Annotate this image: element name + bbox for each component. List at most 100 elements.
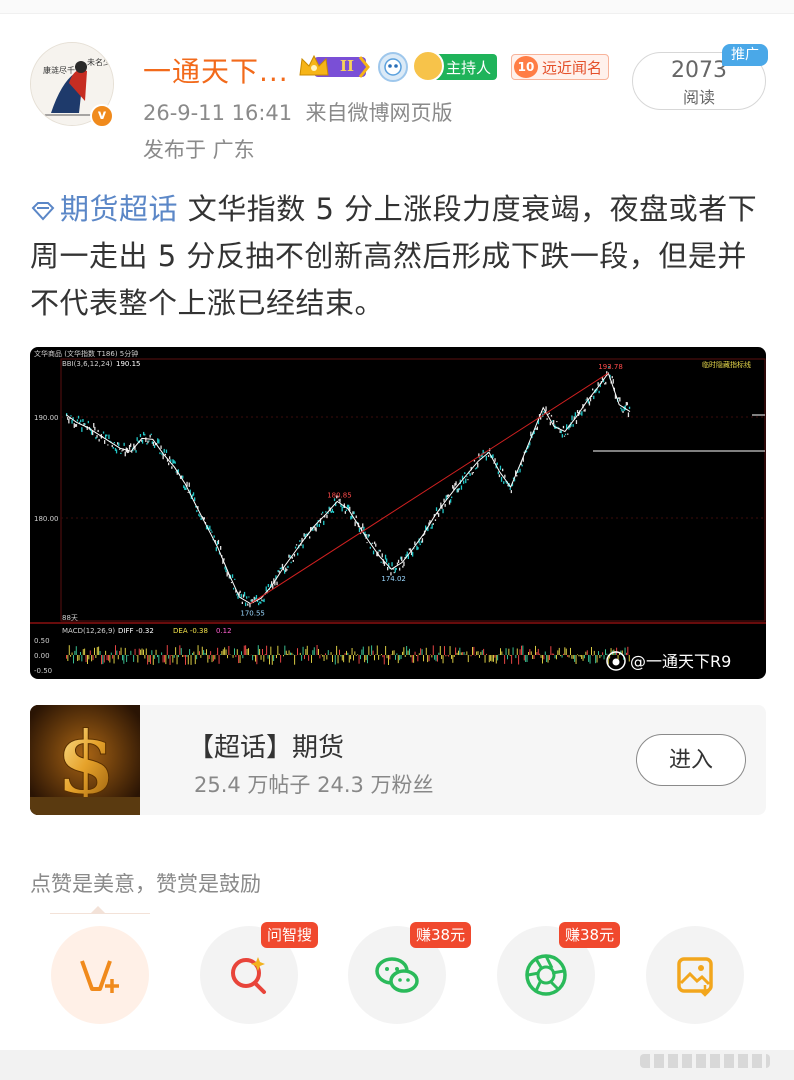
macd-bar — [438, 652, 440, 655]
macd-bar — [91, 655, 93, 662]
macd-bar — [145, 648, 147, 655]
macd-bar — [546, 655, 548, 662]
macd-bar — [511, 655, 513, 664]
macd-bar — [463, 652, 465, 655]
macd-bar — [162, 655, 164, 663]
macd-bar — [449, 646, 451, 655]
macd-bar — [532, 655, 534, 659]
vip-level-badge[interactable]: II — [296, 53, 372, 81]
macd-bar — [150, 655, 151, 664]
macd-bar — [75, 646, 77, 655]
macd-bar — [403, 647, 405, 655]
macd-bar — [399, 655, 401, 661]
candle — [494, 458, 496, 462]
fame-badge[interactable]: 10 远近闻名 — [511, 54, 610, 80]
candle — [620, 407, 622, 409]
candle — [387, 567, 389, 571]
macd-bar — [94, 647, 95, 655]
macd-bar — [459, 647, 461, 655]
robot-badge-icon[interactable] — [378, 52, 408, 82]
reward-pointer — [90, 906, 106, 914]
candle — [467, 479, 469, 481]
macd-bar — [598, 651, 599, 655]
macd-bar — [143, 649, 144, 655]
macd-bar — [337, 655, 339, 664]
candle — [354, 521, 356, 527]
topic-link[interactable]: 期货超话 — [30, 192, 178, 226]
macd-bar — [122, 655, 123, 661]
macd-bar — [113, 655, 115, 664]
host-badge[interactable]: 主持人 — [412, 50, 498, 82]
macd-bar — [192, 653, 193, 655]
macd-bar — [208, 655, 210, 659]
macd-bar — [473, 646, 475, 655]
candle — [236, 593, 238, 596]
candle — [358, 528, 361, 532]
macd-bar — [439, 646, 441, 655]
macd-bar — [341, 655, 343, 661]
candle — [403, 561, 405, 567]
macd-bar — [418, 653, 420, 655]
macd-bar — [383, 655, 385, 665]
candle — [567, 433, 569, 435]
candle — [82, 419, 84, 422]
macd-bar — [316, 645, 318, 655]
macd-bar — [390, 654, 392, 655]
candle — [619, 397, 621, 402]
y-tick-180: 180.00 — [34, 515, 59, 523]
candle — [293, 553, 296, 557]
trend-line — [250, 372, 609, 605]
reward-button[interactable] — [51, 926, 149, 1024]
macd-bar — [378, 655, 380, 660]
macd-bar — [521, 645, 522, 655]
macd-bar — [574, 655, 576, 662]
macd-bar — [115, 645, 116, 655]
macd-bar — [185, 655, 186, 665]
macd-bar — [276, 655, 277, 659]
macd-bar — [140, 649, 142, 655]
macd-bar — [74, 650, 76, 655]
macd-bar — [560, 655, 562, 657]
macd-bar — [346, 650, 347, 655]
macd-bar — [302, 646, 304, 655]
candle — [368, 534, 370, 537]
reward-v-icon — [80, 960, 119, 993]
macd-bar — [544, 651, 546, 655]
username[interactable]: 一通天下... — [143, 50, 289, 90]
candle — [593, 395, 595, 400]
enter-topic-button[interactable]: 进入 — [636, 734, 746, 786]
candle — [584, 408, 586, 412]
macd-bar — [278, 653, 280, 655]
candle — [611, 376, 613, 379]
macd-bar — [169, 655, 171, 665]
chart-image[interactable]: 文华商品 (文华指数 T186) 5分钟 临时隐藏指标线 BBI(3,6,12,… — [30, 347, 766, 679]
candle — [355, 515, 357, 518]
macd-bar — [494, 655, 496, 658]
candle — [211, 531, 213, 533]
promote-badge[interactable]: 推广 — [722, 44, 768, 66]
macd-bar — [327, 650, 329, 655]
save-image-button[interactable] — [646, 926, 744, 1024]
macd-bar — [348, 655, 350, 663]
macd-bar — [334, 655, 336, 665]
macd-bar — [311, 655, 312, 663]
candle — [421, 538, 424, 543]
ai-search-tag: 问智搜 — [261, 922, 319, 948]
super-topic-card[interactable]: $ 【超话】期货 25.4 万帖子 24.3 万粉丝 进入 — [30, 705, 766, 815]
macd-bar — [182, 655, 184, 657]
macd-bar — [509, 655, 511, 656]
macd-bar — [508, 648, 510, 655]
macd-bar — [210, 651, 212, 655]
macd-bar — [255, 655, 256, 662]
macd-bar — [99, 651, 101, 655]
macd-bar — [452, 655, 454, 663]
candle — [220, 546, 222, 550]
macd-bar — [432, 645, 434, 655]
wechat-reward-tag: 赚38元 — [410, 922, 472, 948]
macd-bar — [245, 645, 247, 655]
macd-bar — [304, 655, 305, 660]
macd-bar — [332, 655, 333, 662]
macd-bar — [252, 655, 254, 661]
macd-bar — [319, 655, 321, 659]
macd-bar — [217, 647, 219, 655]
